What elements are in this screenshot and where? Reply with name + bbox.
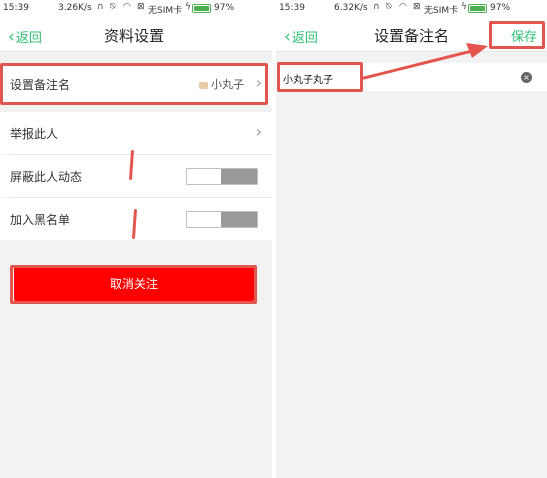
alarm-off-icon: ⍉ (110, 2, 116, 12)
back-button[interactable]: ‹返回 (8, 27, 42, 47)
highlight-box (0, 63, 268, 105)
set-remark-screen: 15:39 6.32K/s ∩ ⍉ ◠ ⊠ 无SIM卡 ϟ 97% ‹返回 设置… (276, 0, 547, 478)
block-moments-toggle[interactable] (186, 168, 258, 185)
report-label: 举报此人 (10, 127, 59, 141)
nav-bar: ‹返回 资料设置 (0, 17, 272, 52)
chevron-right-icon: › (255, 122, 262, 141)
profile-settings-screen: 15:39 3.26K/s ∩ ⍉ ◠ ⊠ 无SIM卡 ϟ 97% ‹返回 资料… (0, 0, 272, 478)
blacklist-toggle[interactable] (186, 211, 258, 228)
toggle-knob (221, 169, 257, 184)
block-moments-row: 屏蔽此人动态 (0, 155, 272, 197)
toggle-knob (221, 212, 257, 227)
charging-icon: ϟ (185, 2, 191, 12)
chevron-left-icon: ‹ (8, 27, 15, 47)
back-label: 返回 (15, 31, 42, 46)
page-title: 资料设置 (104, 27, 165, 45)
battery-percent: 97% (214, 3, 235, 13)
status-time: 15:39 (3, 3, 29, 13)
report-row[interactable]: 举报此人 › (0, 112, 272, 154)
battery-icon (192, 4, 211, 13)
wifi-icon: ◠ (123, 2, 131, 12)
blacklist-label: 加入黑名单 (10, 213, 71, 227)
no-sim-icon: ⊠ (137, 2, 145, 12)
highlight-box (10, 265, 257, 304)
block-moments-label: 屏蔽此人动态 (10, 170, 83, 184)
sim-status: 无SIM卡 (148, 6, 183, 16)
headphones-icon: ∩ (97, 2, 104, 12)
annotation-arrow (362, 43, 488, 80)
status-bar: 15:39 3.26K/s ∩ ⍉ ◠ ⊠ 无SIM卡 ϟ 97% (0, 0, 272, 17)
network-speed: 3.26K/s (58, 3, 92, 13)
